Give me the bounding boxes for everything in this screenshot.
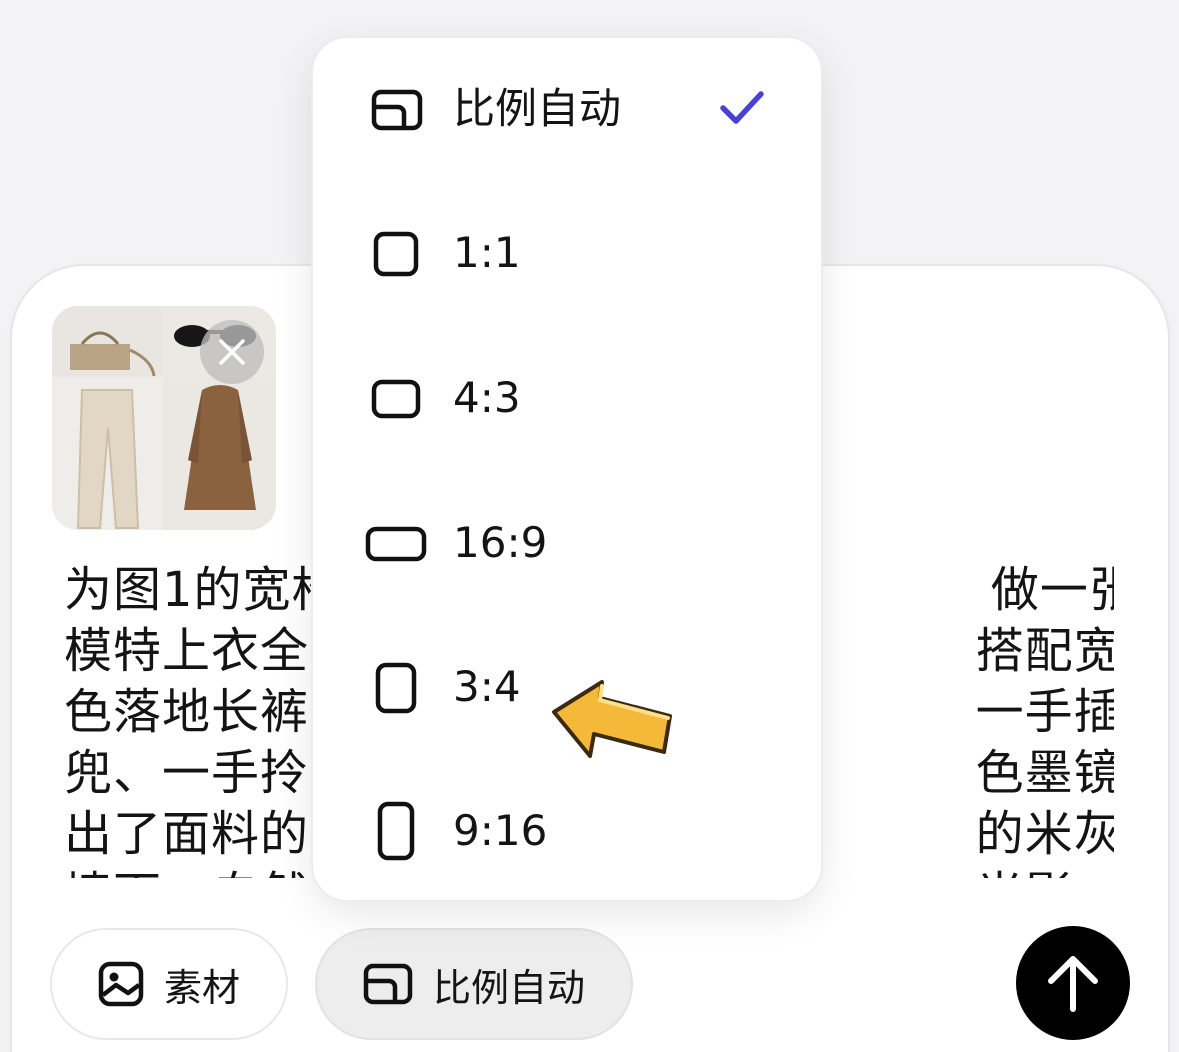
remove-attachment-button[interactable] [200, 320, 264, 384]
material-button[interactable]: 素材 [50, 928, 288, 1040]
menu-item-label: 16:9 [453, 518, 548, 567]
square-ratio-icon [373, 231, 419, 277]
landscape-16-9-icon [365, 526, 427, 562]
menu-item-1-1[interactable]: 1:1 [313, 198, 821, 308]
menu-item-label: 4:3 [453, 373, 521, 422]
checkmark-icon [720, 91, 764, 124]
portrait-9-16-icon [377, 801, 415, 861]
menu-item-label: 9:16 [453, 806, 548, 855]
image-icon [98, 961, 144, 1007]
pointer-arrow-icon [552, 680, 672, 758]
menu-item-label: 比例自动 [453, 84, 622, 133]
menu-item-label: 1:1 [453, 228, 521, 277]
auto-ratio-icon [363, 963, 413, 1005]
landscape-4-3-icon [371, 379, 421, 419]
app-screen: 为图1的宽松 做一张高级感 模特上衣全 搭配宽松米 色落地长裤 一手插裤 兜、一… [0, 0, 1179, 1052]
material-button-label: 素材 [163, 965, 240, 1010]
menu-item-label: 3:4 [453, 662, 521, 711]
menu-item-16-9[interactable]: 16:9 [313, 488, 821, 598]
auto-ratio-icon [371, 89, 423, 131]
menu-item-9-16[interactable]: 9:16 [313, 776, 821, 886]
send-button[interactable] [1016, 926, 1130, 1040]
close-icon [219, 339, 245, 365]
ratio-button[interactable]: 比例自动 [315, 928, 633, 1040]
arrow-up-icon [1048, 956, 1098, 1012]
menu-item-4-3[interactable]: 4:3 [313, 343, 821, 453]
aspect-ratio-menu: 比例自动 1:1 4:3 16:9 3:4 9:16 [313, 38, 821, 900]
portrait-3-4-icon [375, 662, 417, 714]
ratio-button-label: 比例自动 [432, 965, 585, 1010]
